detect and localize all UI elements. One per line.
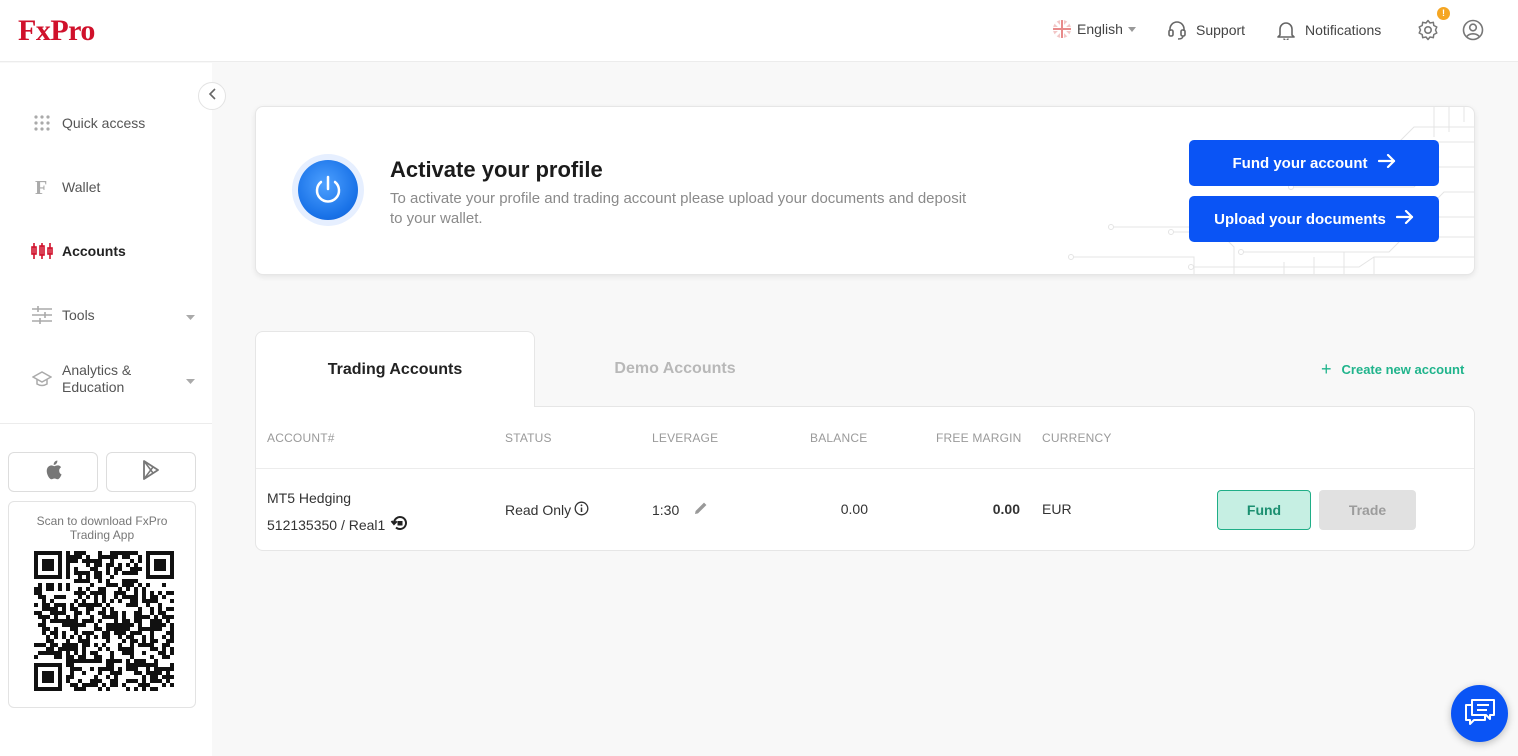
sidebar-item-quick-access[interactable]: Quick access (30, 111, 195, 135)
user-profile-button[interactable] (1462, 19, 1484, 41)
candlestick-icon (30, 239, 54, 263)
sidebar-item-label: Wallet (62, 179, 101, 195)
caret-down-icon (186, 371, 195, 388)
create-new-account-link[interactable]: + Create new account (1321, 359, 1465, 379)
column-header-balance: BALANCE (810, 431, 868, 445)
fund-account-label: Fund your account (1232, 154, 1368, 172)
gear-icon (1417, 19, 1439, 41)
support-link[interactable]: Support (1168, 20, 1245, 40)
activate-profile-card: Activate your profile To activate your p… (255, 106, 1475, 275)
user-circle-icon (1462, 19, 1484, 41)
sidebar-item-label: Quick access (62, 115, 146, 131)
sidebar-item-accounts[interactable]: Accounts (30, 239, 195, 263)
tab-demo-accounts[interactable]: Demo Accounts (535, 331, 815, 407)
fund-account-button[interactable]: Fund your account (1189, 140, 1439, 186)
sliders-icon (30, 303, 54, 327)
sidebar-divider (0, 423, 212, 424)
account-number-cell: 512135350 / Real1 (267, 513, 410, 536)
leverage-cell: 1:30 (652, 501, 708, 518)
qr-download-box: Scan to download FxPro Trading App (8, 501, 196, 708)
arrow-right-icon (1368, 153, 1396, 172)
upload-documents-button[interactable]: Upload your documents (1189, 196, 1439, 242)
fund-button[interactable]: Fund (1217, 490, 1311, 530)
column-header-currency: CURRENCY (1042, 431, 1112, 445)
sidebar: Quick access F Wallet Accounts Tools Ana… (0, 63, 212, 756)
power-icon (298, 160, 358, 220)
sidebar-item-analytics-education[interactable]: Analytics & Education (30, 362, 195, 396)
google-play-button[interactable] (106, 452, 196, 492)
plus-icon: + (1321, 359, 1332, 379)
column-header-status: STATUS (505, 431, 552, 445)
live-chat-button[interactable] (1451, 685, 1508, 742)
label-line-2: Education (62, 379, 125, 395)
leverage-value: 1:30 (652, 501, 680, 518)
header-divider (256, 468, 1474, 469)
grid-icon (30, 111, 54, 135)
chat-bubble-icon (1463, 696, 1497, 731)
label-line-1: Analytics & (62, 362, 132, 378)
column-header-leverage: LEVERAGE (652, 431, 719, 445)
sidebar-item-label: Accounts (62, 243, 126, 259)
top-header: FxPro English Support Notifications ! (0, 0, 1518, 62)
settings-button[interactable]: ! (1417, 7, 1450, 41)
bell-icon (1277, 20, 1295, 40)
svg-text:F: F (35, 177, 47, 197)
graduation-cap-icon (30, 367, 54, 391)
create-new-account-label: Create new account (1341, 361, 1465, 377)
chevron-left-icon (208, 87, 216, 105)
language-label: English (1077, 21, 1123, 37)
notifications-link[interactable]: Notifications (1277, 20, 1381, 40)
archive-restore-icon[interactable] (385, 513, 410, 536)
sidebar-item-label: Analytics & Education (62, 362, 131, 396)
app-store-button[interactable] (8, 452, 98, 492)
settings-alert-badge: ! (1437, 7, 1450, 20)
apple-icon (44, 460, 62, 485)
qr-code-image (34, 551, 174, 691)
account-name: MT5 Hedging (267, 490, 352, 506)
headset-icon (1168, 20, 1186, 40)
activate-description: To activate your profile and trading acc… (390, 190, 967, 227)
fxpro-logo[interactable]: FxPro (18, 14, 95, 48)
currency-value: EUR (1042, 501, 1072, 517)
status-cell: Read Only (505, 501, 589, 519)
status-value: Read Only (505, 502, 572, 518)
wallet-f-icon: F (30, 175, 54, 199)
sidebar-collapse-button[interactable] (198, 82, 226, 110)
arrow-right-icon (1386, 209, 1414, 228)
support-label: Support (1196, 22, 1246, 38)
uk-flag-icon (1053, 20, 1071, 38)
activate-title: Activate your profile (390, 157, 603, 182)
column-header-account: ACCOUNT# (267, 431, 335, 445)
notifications-label: Notifications (1305, 22, 1382, 38)
column-header-free-margin: FREE MARGIN (936, 431, 1022, 445)
caret-down-icon (186, 307, 195, 323)
qr-caption: Scan to download FxPro Trading App (36, 514, 168, 542)
pencil-edit-icon[interactable] (694, 501, 708, 518)
caret-down-icon (1127, 26, 1136, 32)
account-number: 512135350 / Real1 (267, 516, 386, 533)
language-selector[interactable]: English (1053, 20, 1136, 38)
trade-button[interactable]: Trade (1319, 490, 1416, 530)
sidebar-item-tools[interactable]: Tools (30, 303, 195, 327)
tab-trading-accounts[interactable]: Trading Accounts (255, 331, 535, 407)
google-play-icon (142, 459, 160, 485)
sidebar-item-label: Tools (62, 307, 95, 323)
circuit-pattern-decoration (1068, 107, 1474, 274)
balance-value: 0.00 (840, 501, 868, 517)
upload-documents-label: Upload your documents (1214, 210, 1386, 228)
free-margin-value: 0.00 (992, 501, 1020, 517)
accounts-table: ACCOUNT# STATUS LEVERAGE BALANCE FREE MA… (255, 406, 1475, 551)
sidebar-item-wallet[interactable]: F Wallet (30, 175, 195, 199)
info-icon[interactable] (571, 501, 589, 519)
